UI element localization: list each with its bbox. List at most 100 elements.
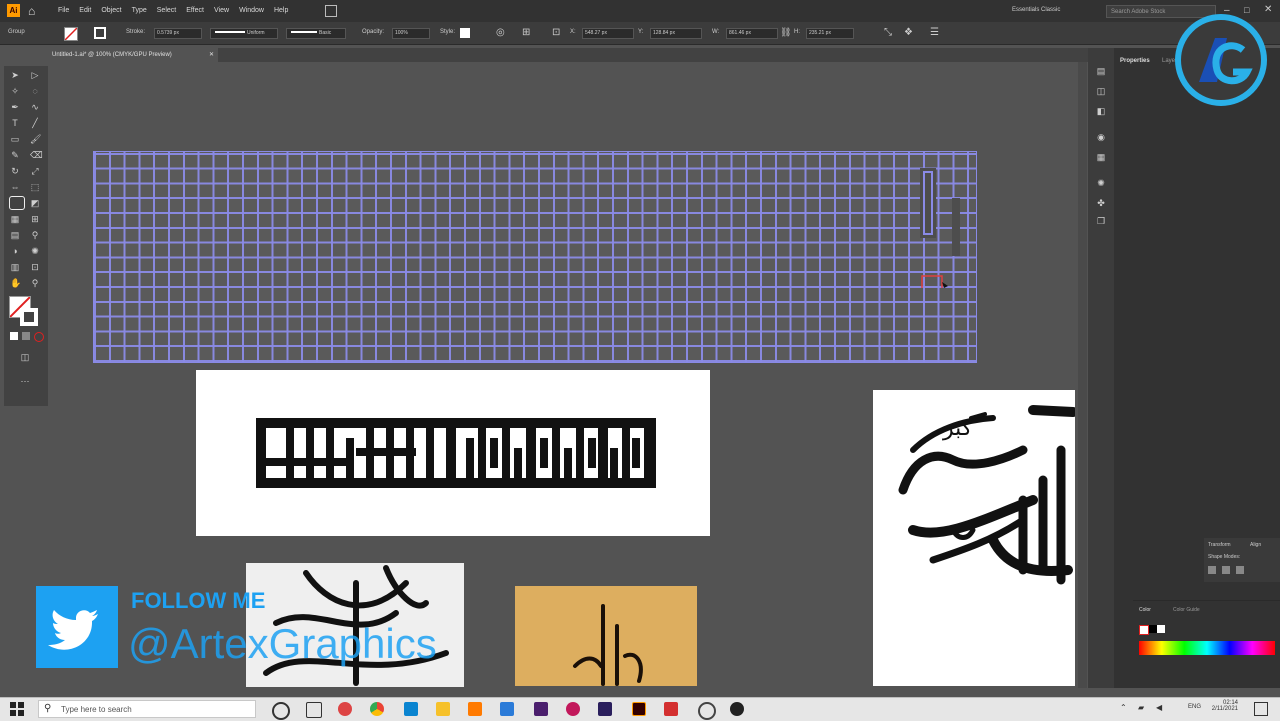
menu-window[interactable]: Window	[239, 7, 264, 14]
edge-icon[interactable]	[404, 702, 418, 716]
store-icon[interactable]	[500, 702, 514, 716]
stroke-weight-field[interactable]: 0.5739 px	[154, 28, 202, 39]
symbol-sprayer-tool-icon[interactable]: ✺	[30, 246, 40, 256]
w-field[interactable]: 861.46 px	[726, 28, 778, 39]
menu-help[interactable]: Help	[274, 7, 288, 14]
vlc-icon[interactable]	[468, 702, 482, 716]
maximize-icon[interactable]: □	[1244, 5, 1249, 15]
link-icon[interactable]: ⛓	[780, 27, 791, 38]
graph-tool-icon[interactable]: ▥	[10, 262, 20, 272]
document-tab[interactable]: Untitled-1.ai* @ 100% (CMYK/GPU Preview)…	[48, 48, 218, 62]
settings-gear-icon[interactable]	[698, 702, 716, 720]
width-tool-icon[interactable]: ⇔	[10, 182, 20, 192]
app-icon-13[interactable]	[730, 702, 744, 716]
file-explorer-icon[interactable]	[436, 702, 450, 716]
twitter-handle[interactable]: @ArtexGraphics	[128, 620, 437, 668]
color-mode-icon[interactable]	[10, 332, 18, 340]
shaper-tool-icon[interactable]: ✎	[10, 150, 20, 160]
kufic-grid[interactable]	[93, 151, 977, 363]
gradient-mode-icon[interactable]	[22, 332, 30, 340]
kufic-calligraphy-image[interactable]	[196, 370, 710, 536]
perspective-grid-tool-icon[interactable]: ▦	[10, 214, 20, 224]
rotate-tool-icon[interactable]: ↻	[10, 166, 20, 176]
media-app-icon[interactable]	[338, 702, 352, 716]
twitter-badge[interactable]	[36, 586, 118, 668]
color-spectrum[interactable]	[1139, 641, 1275, 655]
arrange-documents-icon[interactable]	[325, 5, 337, 17]
notifications-icon[interactable]	[1254, 702, 1268, 716]
transform-tab[interactable]: Transform	[1208, 542, 1231, 548]
network-icon[interactable]: ▰	[1138, 703, 1144, 712]
intersect-icon[interactable]	[1236, 566, 1244, 574]
language-indicator[interactable]: ENG	[1188, 704, 1201, 710]
acrobat-icon[interactable]	[664, 702, 678, 716]
align-icon[interactable]: ⊞	[522, 27, 530, 38]
menu-select[interactable]: Select	[157, 7, 176, 14]
graphic-style-swatch[interactable]	[460, 28, 470, 38]
align-tab[interactable]: Align	[1250, 542, 1261, 548]
artboard-tool-icon[interactable]: ⊡	[30, 262, 40, 272]
y-field[interactable]: 128.84 px	[650, 28, 702, 39]
color-guide-tab[interactable]: Color Guide	[1173, 607, 1200, 613]
chrome-icon[interactable]	[370, 702, 384, 716]
taskbar-clock[interactable]: 02:14 2/11/2021	[1206, 700, 1238, 712]
graphic-styles-dock-icon[interactable]: ❐	[1096, 216, 1106, 226]
cortana-icon[interactable]	[272, 702, 290, 720]
black-swatch[interactable]	[1149, 625, 1157, 633]
workspace-switcher[interactable]: Essentials Classic	[1012, 7, 1060, 13]
color-dock-icon[interactable]: ◉	[1096, 132, 1106, 142]
white-swatch[interactable]	[1157, 625, 1165, 633]
swatches-dock-icon[interactable]: ▦	[1096, 152, 1106, 162]
calligraphy-thumbnail-middle[interactable]	[515, 586, 697, 686]
brushes-dock-icon[interactable]: ✺	[1096, 178, 1106, 188]
free-transform-tool-icon[interactable]: ⬚	[30, 182, 40, 192]
edit-toolbar-icon[interactable]: ⋯	[20, 376, 30, 386]
tab-close-icon[interactable]: ✕	[209, 48, 214, 62]
type-tool-icon[interactable]: T	[10, 118, 20, 128]
layers-dock-icon[interactable]: ◧	[1096, 106, 1106, 116]
mesh-tool-icon[interactable]: ⊞	[30, 214, 40, 224]
isolate-group-icon[interactable]: ❖	[904, 27, 913, 38]
transform-icon[interactable]: ⤡	[884, 27, 892, 38]
rectangle-tool-icon[interactable]: ▭	[10, 134, 20, 144]
scale-tool-icon[interactable]: ⤢	[30, 166, 40, 176]
curvature-tool-icon[interactable]: ∿	[30, 102, 40, 112]
libraries-dock-icon[interactable]: ◫	[1096, 86, 1106, 96]
variable-width-profile[interactable]: Uniform	[210, 28, 278, 39]
minus-front-icon[interactable]	[1222, 566, 1230, 574]
line-tool-icon[interactable]: ╱	[30, 118, 40, 128]
illustrator-logo-icon[interactable]: Ai	[7, 4, 20, 17]
stroke-color-icon[interactable]	[20, 308, 38, 326]
unite-icon[interactable]	[1208, 566, 1216, 574]
home-icon[interactable]: ⌂	[28, 4, 35, 18]
menu-view[interactable]: View	[214, 7, 229, 14]
brush-definition[interactable]: Basic	[286, 28, 346, 39]
illustrator-taskbar-icon[interactable]	[632, 702, 646, 716]
lasso-tool-icon[interactable]: ◌	[30, 86, 40, 96]
menu-type[interactable]: Type	[132, 7, 147, 14]
zoom-tool-icon[interactable]: ⚲	[30, 278, 40, 288]
blend-tool-icon[interactable]: ◑	[10, 246, 20, 256]
tray-chevron-icon[interactable]: ⌃	[1120, 703, 1127, 712]
fill-swatch[interactable]	[64, 27, 78, 41]
direct-selection-tool-icon[interactable]: ▷	[30, 70, 40, 80]
magic-wand-tool-icon[interactable]: ✧	[10, 86, 20, 96]
properties-tab[interactable]: Properties	[1120, 58, 1150, 64]
canvas-scrollbar[interactable]	[1078, 62, 1087, 688]
premiere-icon[interactable]	[534, 702, 548, 716]
volume-icon[interactable]: ◀	[1156, 703, 1162, 712]
eyedropper-tool-icon[interactable]: ⚲	[30, 230, 40, 240]
draw-mode-icon[interactable]: ◫	[20, 352, 30, 362]
color-tab[interactable]: Color	[1139, 607, 1151, 613]
menu-effect[interactable]: Effect	[186, 7, 204, 14]
color-fill-icon[interactable]	[1139, 625, 1149, 635]
x-field[interactable]: 548.27 px	[582, 28, 634, 39]
hand-tool-icon[interactable]: ✋	[10, 278, 21, 288]
allahu-akbar-image[interactable]: كبر	[873, 390, 1075, 686]
symbols-dock-icon[interactable]: ✤	[1096, 198, 1106, 208]
pen-tool-icon[interactable]: ✒	[10, 102, 20, 112]
app-icon-9[interactable]	[566, 702, 580, 716]
close-icon[interactable]: ✕	[1264, 4, 1272, 15]
opacity-field[interactable]: 100%	[392, 28, 430, 39]
after-effects-icon[interactable]	[598, 702, 612, 716]
